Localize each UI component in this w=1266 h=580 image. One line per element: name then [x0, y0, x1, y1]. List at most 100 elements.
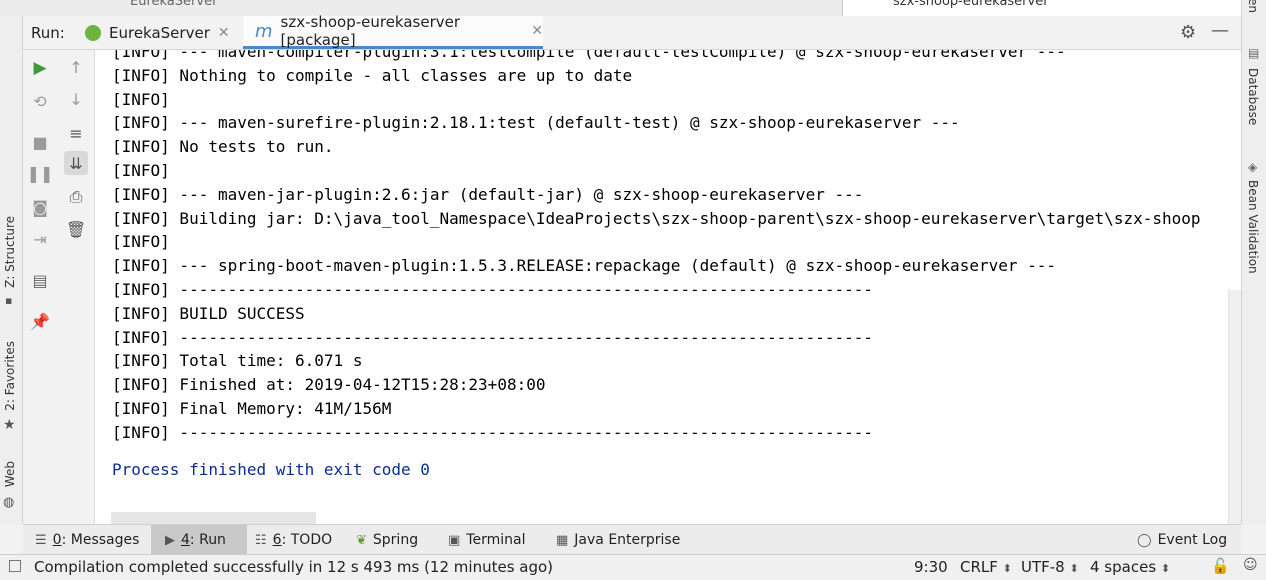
scroll-to-end-icon[interactable]: ⇊ [64, 151, 88, 175]
close-icon[interactable]: ✕ [218, 25, 230, 41]
console-line: [INFO] [112, 89, 170, 109]
tab-todo[interactable]: ☷ 6: TODO [255, 525, 347, 555]
terminal-icon: ▣ [448, 532, 461, 548]
gear-icon[interactable]: ⚙ [1180, 22, 1196, 43]
console-lines: [INFO] --- maven-compiler-plugin:3.1:tes… [112, 50, 1201, 445]
chevron-updown-icon: ⬍ [1002, 562, 1012, 575]
todo-icon: ☷ [255, 532, 267, 548]
web-tab-label: Web [3, 461, 17, 488]
event-log-button[interactable]: ◯ Event Log [1137, 525, 1235, 555]
soft-wrap-icon[interactable]: ≡ [64, 121, 88, 145]
tab-mnemonic: 6 [272, 532, 282, 548]
run-tab-package[interactable]: m szx-shoop-eurekaserver [package] ✕ [243, 13, 543, 49]
console-line: [INFO] ---------------------------------… [112, 327, 873, 347]
tab-label: Terminal [466, 532, 526, 548]
console-line: [INFO] [112, 232, 170, 252]
console-line: [INFO] --- maven-jar-plugin:2.6:jar (def… [112, 184, 864, 204]
run-icon: ▶ [165, 532, 175, 548]
rerun-icon[interactable]: ▶ [28, 56, 52, 80]
close-icon[interactable]: ✕ [531, 23, 543, 39]
bean-validation-tool-tab[interactable]: Bean Validation [1246, 180, 1260, 274]
structure-tab-label: Z: Structure [3, 216, 17, 288]
encoding-selector[interactable]: UTF-8 ⬍ [1021, 558, 1079, 576]
tab-mnemonic: 0 [52, 532, 62, 548]
console-line: [INFO] [112, 160, 170, 180]
favorites-tool-tab[interactable]: 2: Favorites ★ [0, 341, 22, 436]
line-separator-selector[interactable]: CRLF ⬍ [960, 558, 1012, 576]
caret-position[interactable]: 9:30 [914, 558, 948, 576]
rerun-failed-icon[interactable]: ⟲ [28, 89, 52, 113]
lock-icon[interactable]: 🔓 [1211, 557, 1230, 575]
tab-messages[interactable]: ☰ 0: Messages [35, 525, 153, 555]
structure-icon: ▪ [5, 294, 13, 307]
exit-icon[interactable]: ⇥ [28, 227, 52, 251]
console-line: [INFO] No tests to run. [112, 137, 334, 157]
status-message: Compilation completed successfully in 12… [34, 558, 554, 576]
minimize-icon[interactable]: — [1211, 20, 1229, 41]
spring-leaf-icon: ❦ [356, 532, 367, 548]
run-toolbar-primary: ▶ ⟲ ■ ❚❚ ◙ ⇥ ▤ 📌 [23, 50, 57, 524]
left-tool-strip: Z: Structure ▪ 2: Favorites ★ Web ◍ [0, 16, 23, 524]
tab-terminal[interactable]: ▣ Terminal [448, 525, 548, 555]
bean-validation-icon: ◈ [1248, 160, 1258, 174]
pause-icon[interactable]: ❚❚ [27, 161, 54, 185]
run-toolbar-secondary: ↑ ↓ ≡ ⇊ ⎙ 🗑 [58, 50, 95, 524]
maven-icon: m [255, 20, 273, 42]
star-icon: ★ [3, 417, 16, 433]
editor-title-clipped: EurekaServer [130, 0, 218, 9]
horizontal-scrollbar[interactable] [111, 512, 316, 524]
trash-icon[interactable]: 🗑 [64, 217, 88, 241]
chevron-updown-icon: ⬍ [1069, 562, 1079, 575]
tab-run[interactable]: ▶ 4: Run [151, 525, 247, 555]
tab-mnemonic: 4 [181, 532, 190, 548]
bean-validation-tab-label: Bean Validation [1246, 180, 1260, 274]
project-tree-clipped: szx-shoop-eurekaserver [842, 0, 1241, 16]
encoding-value: UTF-8 [1021, 558, 1065, 576]
bottom-tool-tabs: ☰ 0: Messages ▶ 4: Run ☷ 6: TODO ❦ Sprin… [23, 524, 1241, 555]
console-line: [INFO] Finished at: 2019-04-12T15:28:23+… [112, 375, 546, 395]
console-line: [INFO] --- spring-boot-maven-plugin:1.5.… [112, 256, 1057, 276]
tab-spring[interactable]: ❦ Spring [356, 525, 438, 555]
console-line: [INFO] --- maven-compiler-plugin:3.1:tes… [112, 50, 1066, 61]
pin-icon[interactable]: 📌 [28, 309, 52, 333]
favorites-tab-label: 2: Favorites [3, 341, 17, 411]
tab-label: : Run [189, 532, 226, 548]
indent-value: 4 spaces [1090, 558, 1157, 576]
inspector-icon[interactable]: ☺ [1243, 557, 1258, 573]
project-tree-item-clipped[interactable]: szx-shoop-eurekaserver [893, 0, 1049, 9]
console-line: [INFO] Building jar: D:\java_tool_Namesp… [112, 208, 1201, 228]
vertical-scrollbar[interactable] [1228, 290, 1241, 524]
arrow-down-icon[interactable]: ↓ [64, 87, 88, 111]
event-log-icon: ◯ [1137, 532, 1152, 548]
right-tool-strip: en ▤ Database ◈ Bean Validation [1241, 0, 1266, 524]
console-line: [INFO] --- maven-surefire-plugin:2.18.1:… [112, 113, 960, 133]
structure-tool-tab[interactable]: Z: Structure ▪ [0, 216, 22, 312]
tab-java-enterprise[interactable]: ▦ Java Enterprise [556, 525, 696, 555]
tab-label: : Messages [61, 532, 140, 548]
console-line: [INFO] ---------------------------------… [112, 422, 873, 442]
arrow-up-icon[interactable]: ↑ [64, 55, 88, 79]
toggle-tool-windows-icon[interactable] [9, 560, 21, 572]
run-tab-eurekaserver[interactable]: EurekaServer ✕ [85, 16, 237, 49]
run-tab-label: EurekaServer [109, 23, 210, 42]
print-icon[interactable]: ⎙ [64, 185, 88, 209]
layout-icon[interactable]: ▤ [28, 268, 52, 292]
dump-threads-icon[interactable]: ◙ [28, 195, 52, 219]
spring-boot-icon [85, 24, 101, 41]
database-tool-tab[interactable]: Database [1246, 68, 1260, 125]
maven-tool-tab[interactable]: en [1246, 0, 1260, 13]
console-line: [INFO] ---------------------------------… [112, 279, 873, 299]
console-line: [INFO] Total time: 6.071 s [112, 351, 363, 371]
status-bar: Compilation completed successfully in 12… [0, 554, 1266, 580]
java-enterprise-icon: ▦ [556, 532, 569, 548]
run-panel-label: Run: [31, 24, 65, 42]
web-tool-tab[interactable]: Web ◍ [0, 461, 22, 513]
tab-label: Java Enterprise [574, 532, 681, 548]
run-panel-header: Run: EurekaServer ✕ m szx-shoop-eurekase… [23, 13, 1241, 50]
indent-selector[interactable]: 4 spaces ⬍ [1090, 558, 1170, 576]
process-exit-message: Process finished with exit code 0 [112, 460, 430, 479]
stop-icon[interactable]: ■ [28, 130, 52, 154]
database-icon: ▤ [1248, 46, 1260, 60]
top-clipped-strip: EurekaServer szx-shoop-eurekaserver [0, 0, 1266, 16]
console-output[interactable]: [INFO] --- maven-compiler-plugin:3.1:tes… [95, 50, 1241, 524]
